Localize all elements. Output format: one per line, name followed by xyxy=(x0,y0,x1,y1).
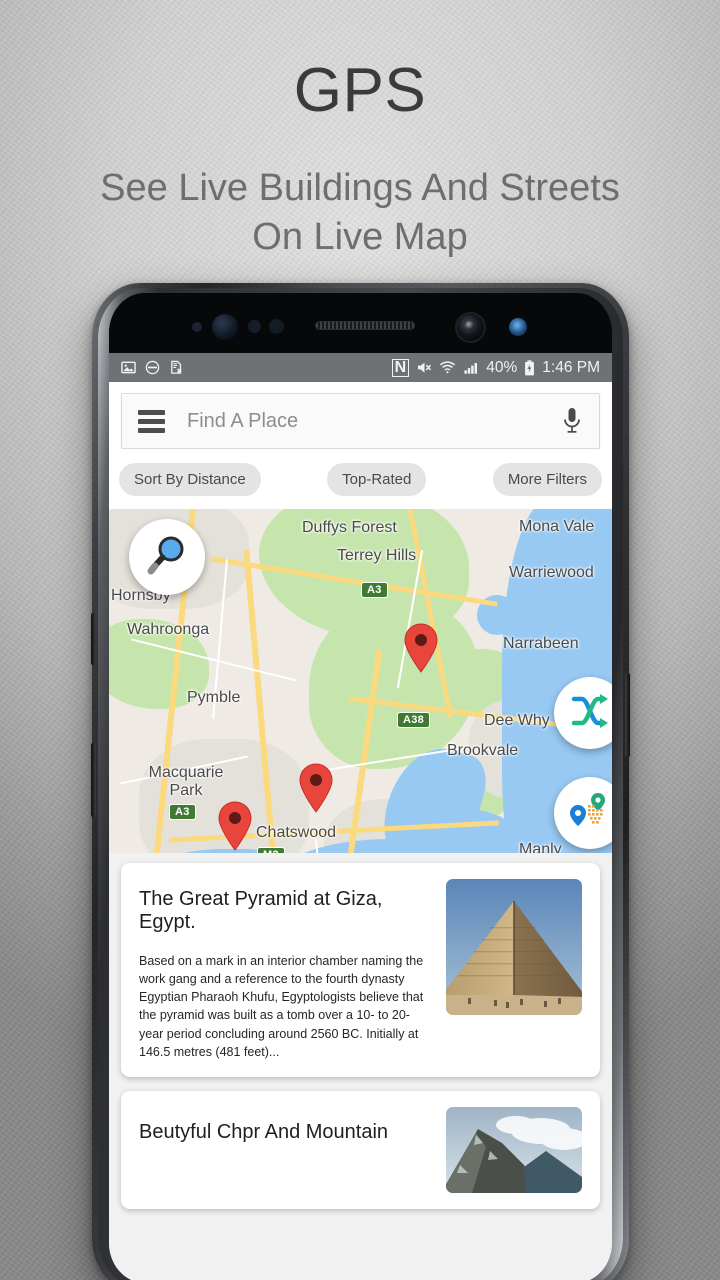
map-label: Pymble xyxy=(187,689,241,706)
volume-button[interactable] xyxy=(91,743,96,817)
card-text: The Great Pyramid at Giza, Egypt. Based … xyxy=(139,879,432,1061)
hero-section: GPS See Live Buildings And Streets On Li… xyxy=(0,0,720,261)
pyramid-photo xyxy=(446,879,582,1015)
phone-mockup: N 40% 1:46 PM Find A Place Sort By Dista… xyxy=(91,283,630,1280)
app-viewport: N 40% 1:46 PM Find A Place Sort By Dista… xyxy=(109,353,612,1280)
clock-label: 1:46 PM xyxy=(542,358,600,376)
nearby-pins-icon xyxy=(568,791,612,836)
image-icon xyxy=(121,360,136,375)
hero-subtitle-line-1: See Live Buildings And Streets xyxy=(100,167,620,209)
light-sensor-icon xyxy=(248,320,261,333)
microphone-icon[interactable] xyxy=(561,406,583,436)
status-bar: N 40% 1:46 PM xyxy=(109,353,612,382)
power-button[interactable] xyxy=(625,673,630,757)
map-label: Chatswood xyxy=(256,824,337,841)
iris-sensor-icon xyxy=(212,314,238,340)
nfc-icon: N xyxy=(391,358,410,377)
route-shield: A3 xyxy=(169,804,196,820)
status-bar-left xyxy=(121,360,184,375)
map-label: Terrey Hills xyxy=(337,547,417,564)
iris-scanner-icon xyxy=(509,318,527,336)
proximity-sensor-icon xyxy=(192,322,202,332)
map-label: Wahroonga xyxy=(127,621,210,638)
filter-chips: Sort By Distance Top-Rated More Filters xyxy=(109,449,612,509)
status-bar-right: N 40% 1:46 PM xyxy=(391,358,600,377)
map-label: Mona Vale xyxy=(519,518,595,535)
search-bar[interactable]: Find A Place xyxy=(121,393,600,449)
bixby-button[interactable] xyxy=(91,613,96,665)
magnifier-icon xyxy=(144,532,190,583)
battery-charging-icon xyxy=(524,359,535,376)
map-view[interactable]: Duffys Forest Terrey Hills Mona Vale War… xyxy=(109,509,612,897)
mountain-photo xyxy=(446,1106,582,1193)
mute-icon xyxy=(416,360,432,375)
card-description: Based on a mark in an interior chamber n… xyxy=(139,954,424,1059)
chip-more-filters[interactable]: More Filters xyxy=(492,463,602,496)
search-input[interactable]: Find A Place xyxy=(187,410,561,433)
card-title: The Great Pyramid at Giza, Egypt. xyxy=(139,888,383,933)
map-label: Macquarie Park xyxy=(148,764,224,799)
results-list[interactable]: The Great Pyramid at Giza, Egypt. Based … xyxy=(109,853,612,1280)
earpiece-speaker xyxy=(315,321,415,330)
no-entry-icon xyxy=(145,360,160,375)
map-pin-3[interactable] xyxy=(217,801,253,851)
document-x-icon xyxy=(169,360,184,375)
list-item[interactable]: The Great Pyramid at Giza, Egypt. Based … xyxy=(121,863,600,1077)
map-label: Dee Why xyxy=(484,712,550,729)
hero-subtitle: See Live Buildings And Streets On Live M… xyxy=(0,164,720,261)
map-pin-1[interactable] xyxy=(403,623,439,673)
search-fab[interactable] xyxy=(129,519,205,595)
chip-top-rated[interactable]: Top-Rated xyxy=(327,463,427,496)
wifi-icon xyxy=(439,360,456,375)
battery-percent-label: 40% xyxy=(486,358,518,376)
search-area: Find A Place xyxy=(109,382,612,449)
phone-screen: N 40% 1:46 PM Find A Place Sort By Dista… xyxy=(109,293,612,1280)
hamburger-menu-icon[interactable] xyxy=(138,409,165,433)
map-label: Warriewood xyxy=(509,564,594,581)
card-title: Beutyful Chpr And Mountain xyxy=(139,1120,389,1143)
map-pin-2[interactable] xyxy=(298,763,334,813)
list-item[interactable]: Beutyful Chpr And Mountain xyxy=(121,1090,600,1209)
shuffle-arrows-icon xyxy=(570,691,610,736)
hero-subtitle-line-2: On Live Map xyxy=(252,215,468,258)
phone-top-bezel xyxy=(109,293,612,353)
card-text: Beutyful Chpr And Mountain xyxy=(139,1107,432,1193)
signal-icon xyxy=(463,360,479,375)
map-label: Duffys Forest xyxy=(302,519,397,536)
front-camera-icon xyxy=(457,314,484,341)
chip-sort-by-distance[interactable]: Sort By Distance xyxy=(119,463,261,496)
page-title: GPS xyxy=(293,56,427,125)
map-label: Brookvale xyxy=(447,742,519,759)
route-shield: A3 xyxy=(361,582,388,598)
led-indicator-icon xyxy=(269,319,284,334)
route-shield: A38 xyxy=(397,712,431,728)
map-label: Narrabeen xyxy=(503,635,579,652)
